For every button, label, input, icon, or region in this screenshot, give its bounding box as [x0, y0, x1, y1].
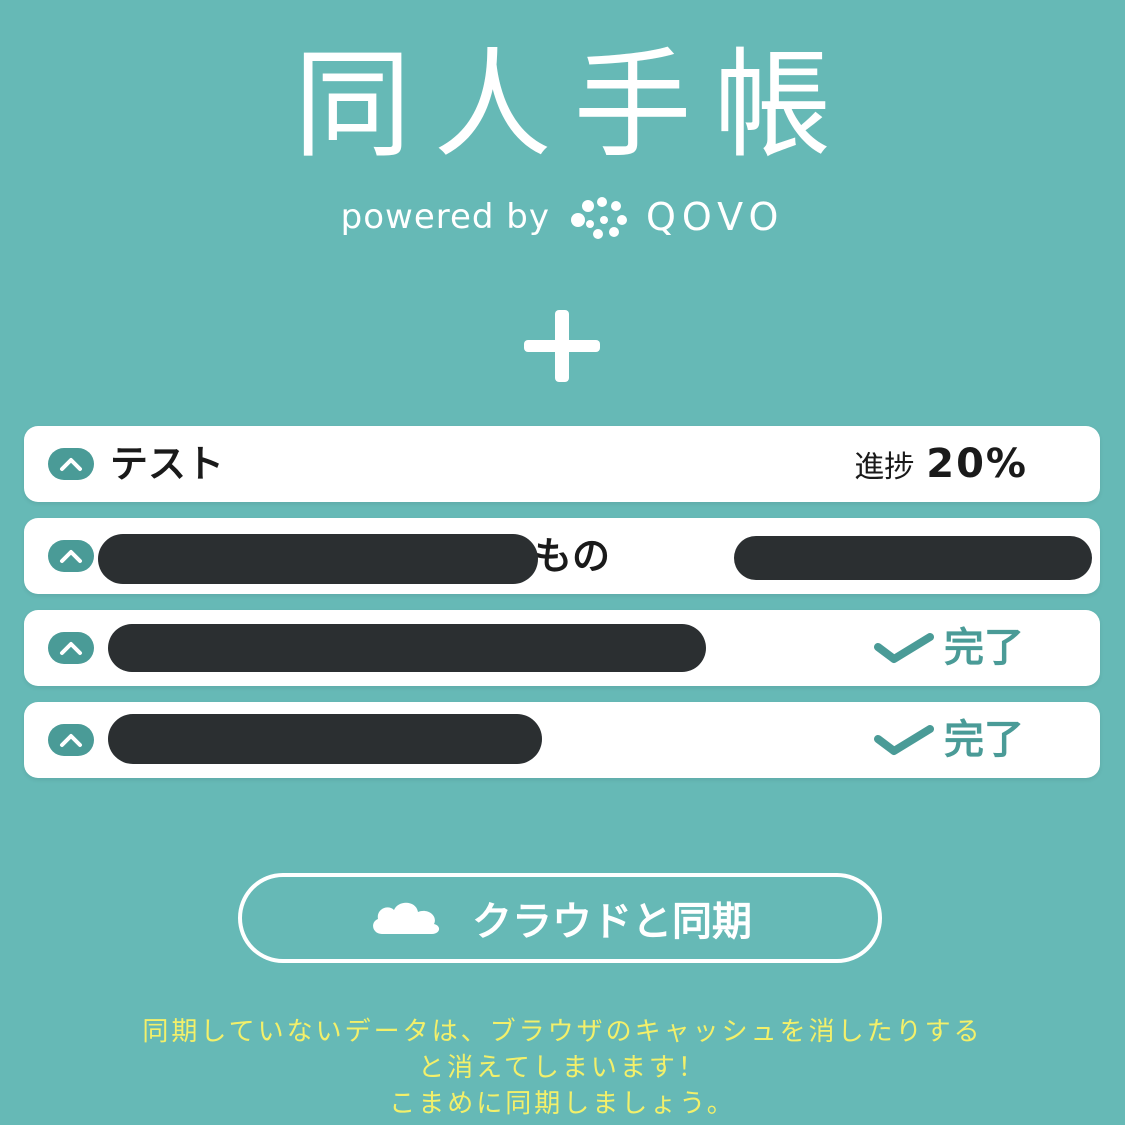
notice-line: と消えてしまいます！	[418, 1053, 707, 1083]
check-icon	[874, 633, 934, 663]
app-title: 同人手帳	[293, 36, 854, 174]
project-row[interactable]: もの	[24, 518, 1100, 594]
redacted-name	[108, 714, 542, 764]
chevron-up-icon[interactable]	[48, 632, 94, 664]
project-list: テスト 進捗 20% もの 完了 完了	[24, 426, 1100, 794]
notice-line: こまめに同期しましょう。	[389, 1089, 736, 1119]
progress-label: 進捗	[854, 450, 915, 485]
chevron-up-icon[interactable]	[48, 448, 94, 480]
project-name: もの	[534, 534, 611, 578]
check-icon	[874, 725, 934, 755]
cloud-sync-button[interactable]: クラウドと同期	[238, 873, 882, 963]
project-name: テスト	[110, 442, 225, 486]
sync-label: クラウドと同期	[472, 899, 752, 945]
redacted-name	[98, 534, 538, 584]
done-label: 完了	[944, 625, 1024, 671]
cloud-icon	[373, 902, 440, 934]
project-row[interactable]: テスト 進捗 20%	[24, 426, 1100, 502]
redacted-name	[108, 624, 706, 672]
project-row[interactable]: 完了	[24, 702, 1100, 778]
done-status: 完了	[874, 622, 1024, 674]
qovo-logo-icon	[570, 197, 627, 239]
add-project-button[interactable]	[518, 310, 606, 382]
chevron-up-icon[interactable]	[48, 724, 94, 756]
chevron-up-icon[interactable]	[48, 540, 94, 572]
notice-line: 同期していないデータは、ブラウザのキャッシュを消したりする	[142, 1017, 983, 1047]
done-label: 完了	[944, 717, 1024, 763]
project-row[interactable]: 完了	[24, 610, 1100, 686]
brand-name: QOVO	[645, 195, 785, 239]
sync-notice: 同期していないデータは、ブラウザのキャッシュを消したりする と消えてしまいます！…	[0, 1014, 1125, 1122]
progress-value: 20%	[926, 441, 1028, 487]
done-status: 完了	[874, 714, 1024, 766]
powered-by-label: powered by	[340, 197, 550, 237]
powered-by: powered by QOVO	[0, 190, 1125, 244]
progress-indicator: 進捗 20%	[854, 436, 1028, 500]
redacted-progress	[734, 536, 1092, 580]
